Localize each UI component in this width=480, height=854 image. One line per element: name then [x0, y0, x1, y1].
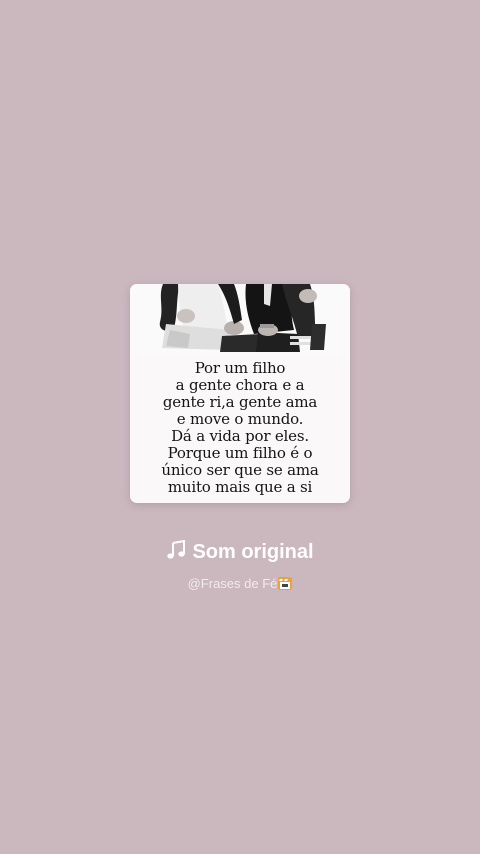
sound-title: Som original: [192, 541, 314, 563]
quote-line: Por um filho: [194, 359, 286, 377]
music-note-icon: [167, 540, 186, 559]
quote-line: gente ri,a gente ama: [162, 393, 318, 411]
quote-text: Por um filho a gente chora e a gente ri,…: [130, 360, 350, 496]
quote-line: a gente chora e a: [175, 376, 305, 394]
quote-line: muito mais que a si: [167, 478, 313, 496]
quote-line: Porque um filho é o: [167, 444, 313, 462]
author-handle: @Frases de Fé: [187, 576, 278, 591]
clapperboard-emoji-icon: [278, 577, 293, 590]
author-row[interactable]: @Frases de Fé: [0, 575, 480, 593]
family-photo: [130, 284, 350, 354]
sound-title-row[interactable]: Som original: [0, 538, 480, 566]
quote-line: Dá a vida por eles.: [171, 427, 309, 445]
quote-line: e move o mundo.: [176, 410, 304, 428]
quote-line: único ser que se ama: [161, 461, 319, 479]
cover-card[interactable]: Por um filho a gente chora e a gente ri,…: [130, 284, 350, 503]
